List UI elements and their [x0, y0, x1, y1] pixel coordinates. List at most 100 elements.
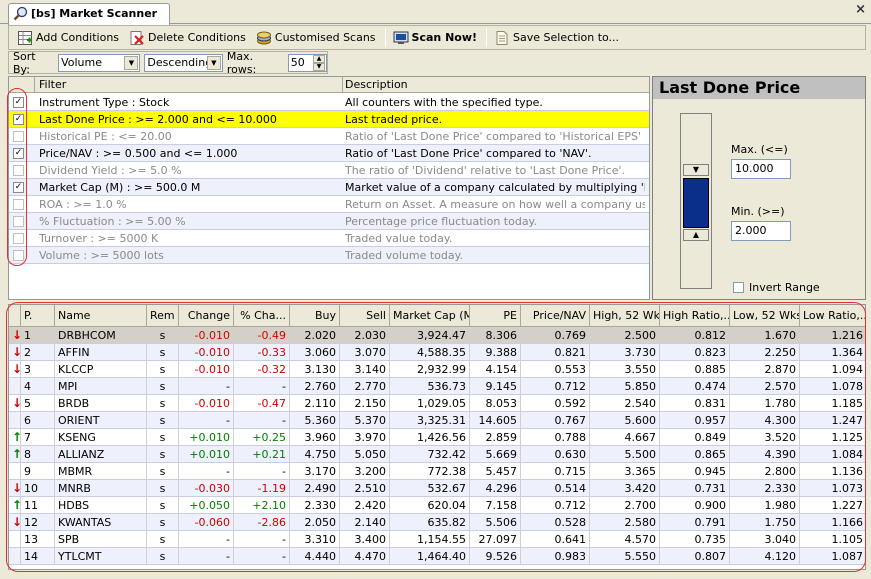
table-row[interactable]: ↑7KSENGs+0.010+0.253.9603.9701,426.562.8… [9, 429, 865, 446]
cell-pnav: 0.712 [521, 497, 590, 513]
filter-row[interactable]: Dividend Yield : >= 5.0 % The ratio of 'D… [9, 162, 649, 179]
cell-pct: -0.33 [234, 344, 290, 360]
column-header[interactable]: Name [55, 305, 147, 326]
scan-now-button[interactable]: Scan Now! [389, 27, 481, 48]
filter-checkbox[interactable] [13, 233, 24, 244]
column-header[interactable]: Sell [340, 305, 390, 326]
column-header[interactable]: Low, 52 Wks [730, 305, 800, 326]
invert-range-checkbox[interactable]: Invert Range [733, 281, 820, 294]
cell-hratio: 0.474 [660, 378, 730, 394]
column-header[interactable]: Buy [290, 305, 340, 326]
slider-range-fill[interactable] [683, 178, 709, 228]
filter-column-header[interactable]: Filter [39, 78, 66, 91]
cell-sell: 4.470 [340, 548, 390, 564]
column-header[interactable]: P. [21, 305, 55, 326]
filter-checkbox[interactable]: ✓ [13, 97, 24, 108]
table-row[interactable]: ↓1DRBHCOMs-0.010-0.492.0202.0303,924.478… [9, 327, 865, 344]
filter-checkbox[interactable] [13, 250, 24, 261]
column-header[interactable]: PE [470, 305, 521, 326]
filter-row[interactable]: % Fluctuation : >= 5.00 % Percentage pric… [9, 213, 649, 230]
column-header[interactable]: Low Ratio,... [800, 305, 865, 326]
close-icon[interactable]: × [855, 2, 866, 17]
sort-order-value: Descending [147, 55, 213, 69]
max-input[interactable]: 10.000 [731, 159, 791, 179]
filter-row[interactable]: ✓ Market Cap (M) : >= 500.0 M Market value… [9, 179, 649, 196]
save-selection-button[interactable]: Save Selection to... [490, 27, 623, 48]
filter-checkbox[interactable] [13, 199, 24, 210]
delete-conditions-button[interactable]: Delete Conditions [125, 27, 250, 48]
cell-pct: -0.32 [234, 361, 290, 377]
column-header[interactable]: Market Cap (M) [390, 305, 470, 326]
cell-name: ORIENT [55, 412, 147, 428]
table-row[interactable]: 13 SPB s - -3.310 3.400 1,154.55 27.097 0.641 4.5… [9, 531, 865, 548]
table-row[interactable]: 4 MPI s - -2.760 2.770 536.73 9.145 0.712 5.850 0.… [9, 378, 865, 395]
filter-row[interactable]: Turnover : >= 5000 K Traded value today. [9, 230, 649, 247]
sort-field-value: Volume [61, 55, 103, 69]
slider-max-handle[interactable]: ▼ [683, 164, 709, 176]
filter-row[interactable]: ROA : >= 1.0 % Return on Asset. A measure… [9, 196, 649, 213]
add-conditions-label: Add Conditions [36, 31, 120, 44]
customised-scans-button[interactable]: Customised Scans [252, 27, 380, 48]
table-row[interactable]: 6 ORIENT s - -5.360 5.370 3,325.31 14.605 0.767 5… [9, 412, 865, 429]
column-header[interactable]: Price/NAV [521, 305, 590, 326]
description-column-header[interactable]: Description [345, 78, 408, 91]
column-header[interactable]: % Cha... [234, 305, 290, 326]
cell-buy: 5.360 [290, 412, 340, 428]
checkbox-box[interactable] [733, 282, 744, 293]
cell-change: -0.010 [179, 361, 234, 377]
column-header[interactable]: Rem [147, 305, 179, 326]
cell-pct: -2.86 [234, 514, 290, 530]
cell-pnav: 0.821 [521, 344, 590, 360]
filter-description: The ratio of 'Dividend' relative to 'Las… [345, 164, 626, 177]
cell-mcap: 532.67 [390, 480, 470, 496]
cell-mcap: 4,588.35 [390, 344, 470, 360]
column-header[interactable]: High Ratio,... [660, 305, 730, 326]
cell-hratio: 0.831 [660, 395, 730, 411]
column-header-direction[interactable] [9, 305, 21, 326]
column-header[interactable]: High, 52 Wks [590, 305, 660, 326]
filter-checkbox[interactable]: ✓ [13, 182, 24, 193]
table-row[interactable]: ↑11HDBSs+0.050+2.102.3302.420620.047.158… [9, 497, 865, 514]
delete-icon [130, 30, 144, 45]
sort-order-select[interactable]: Descending ▼ [144, 53, 223, 72]
range-slider[interactable]: ▼ ▲ [680, 113, 712, 289]
filter-checkbox[interactable] [13, 165, 24, 176]
add-conditions-button[interactable]: Add Conditions [13, 27, 123, 48]
filter-checkbox[interactable] [13, 216, 24, 227]
cell-buy: 2.490 [290, 480, 340, 496]
cell-high52: 5.850 [590, 378, 660, 394]
tab-market-scanner[interactable]: [bs] Market Scanner [8, 3, 170, 25]
table-row[interactable]: ↓10MNRBs-0.030-1.192.4902.510532.674.296… [9, 480, 865, 497]
filter-description: All counters with the specified type. [345, 96, 543, 109]
filter-row[interactable]: ✓ Instrument Type : Stock All counters wit… [9, 94, 649, 111]
cell-lratio: 1.227 [800, 497, 865, 513]
table-row[interactable]: ↓3KLCCPs-0.010-0.323.1303.1402,932.994.1… [9, 361, 865, 378]
filter-row[interactable]: Historical PE : <= 20.00 Ratio of 'Last D… [9, 128, 649, 145]
table-row[interactable]: ↓5BRDBs-0.010-0.472.1102.1501,029.058.05… [9, 395, 865, 412]
table-row[interactable]: ↑8ALLIANZs+0.010+0.214.7505.050732.425.6… [9, 446, 865, 463]
table-row[interactable]: ↓2AFFINs-0.010-0.333.0603.0704,588.359.3… [9, 344, 865, 361]
min-input[interactable]: 2.000 [731, 221, 791, 241]
chevron-down-icon[interactable]: ▼ [124, 55, 139, 70]
stepper-down-icon[interactable]: ▼ [313, 62, 325, 71]
filter-checkbox[interactable]: ✓ [13, 148, 24, 159]
table-row[interactable]: 9 MBMR s - -3.170 3.200 772.38 5.457 0.715 3.365 0… [9, 463, 865, 480]
sort-field-select[interactable]: Volume ▼ [58, 53, 141, 72]
table-row[interactable]: ↓12KWANTASs-0.060-2.862.0502.140635.825.… [9, 514, 865, 531]
max-rows-stepper[interactable]: 50 ▲ ▼ [287, 53, 327, 72]
cell-rem: s [147, 480, 179, 496]
filter-checkbox[interactable]: ✓ [13, 114, 24, 125]
filter-checkbox[interactable] [13, 131, 24, 142]
filter-condition: Volume : >= 5000 lots [39, 249, 164, 262]
slider-min-handle[interactable]: ▲ [683, 229, 709, 241]
filter-row[interactable]: ✓ Last Done Price : >= 2.000 and <= 10.00… [9, 111, 649, 128]
column-header[interactable]: Change [179, 305, 234, 326]
filter-row[interactable]: Volume : >= 5000 lots Traded volume today… [9, 247, 649, 264]
filter-row[interactable]: ✓ Price/NAV : >= 0.500 and <= 1.000 Ratio … [9, 145, 649, 162]
cell-buy: 2.110 [290, 395, 340, 411]
stepper-up-icon[interactable]: ▲ [313, 54, 325, 63]
cell-rem: s [147, 463, 179, 479]
chevron-down-icon[interactable]: ▼ [206, 55, 221, 70]
table-row[interactable]: 14 YTLCMT s - -4.440 4.470 1,464.40 9.526 0.983 5… [9, 548, 865, 565]
toolbar-separator [486, 28, 488, 47]
